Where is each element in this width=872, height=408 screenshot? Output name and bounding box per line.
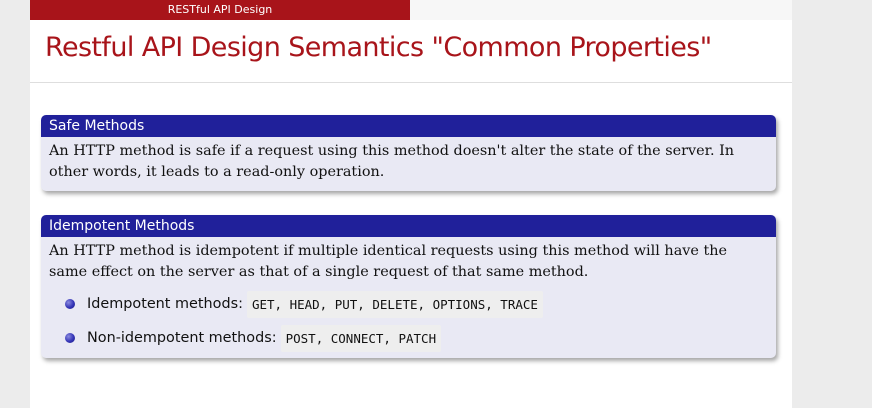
code-snippet: GET, HEAD, PUT, DELETE, OPTIONS, TRACE bbox=[246, 290, 543, 318]
list-item: Non-idempotent methods: POST, CONNECT, P… bbox=[49, 324, 768, 352]
slide-title: Restful API Design Semantics "Common Pro… bbox=[45, 32, 712, 63]
code-snippet: POST, CONNECT, PATCH bbox=[280, 324, 442, 352]
block-body: An HTTP method is idempotent if multiple… bbox=[41, 237, 776, 358]
title-divider bbox=[30, 82, 792, 83]
section-navigation-label[interactable]: RESTful API Design bbox=[30, 0, 410, 20]
block-title: Idempotent Methods bbox=[41, 215, 776, 237]
bullet-icon bbox=[65, 299, 75, 309]
block-body-text: An HTTP method is safe if a request usin… bbox=[49, 143, 735, 180]
header-bar: RESTful API Design bbox=[30, 0, 792, 20]
method-list: Idempotent methods: GET, HEAD, PUT, DELE… bbox=[49, 290, 768, 352]
video-frame: RESTful API Design Restful API Design Se… bbox=[0, 0, 872, 408]
block-body-text: An HTTP method is idempotent if multiple… bbox=[49, 243, 728, 280]
idempotent-methods-block: Idempotent Methods An HTTP method is ide… bbox=[41, 215, 776, 358]
slide: RESTful API Design Restful API Design Se… bbox=[30, 0, 792, 408]
bullet-icon bbox=[65, 333, 75, 343]
list-item-label: Non-idempotent methods: bbox=[87, 329, 277, 346]
list-item: Idempotent methods: GET, HEAD, PUT, DELE… bbox=[49, 290, 768, 318]
safe-methods-block: Safe Methods An HTTP method is safe if a… bbox=[41, 115, 776, 191]
list-item-label: Idempotent methods: bbox=[87, 295, 243, 312]
block-title: Safe Methods bbox=[41, 115, 776, 137]
